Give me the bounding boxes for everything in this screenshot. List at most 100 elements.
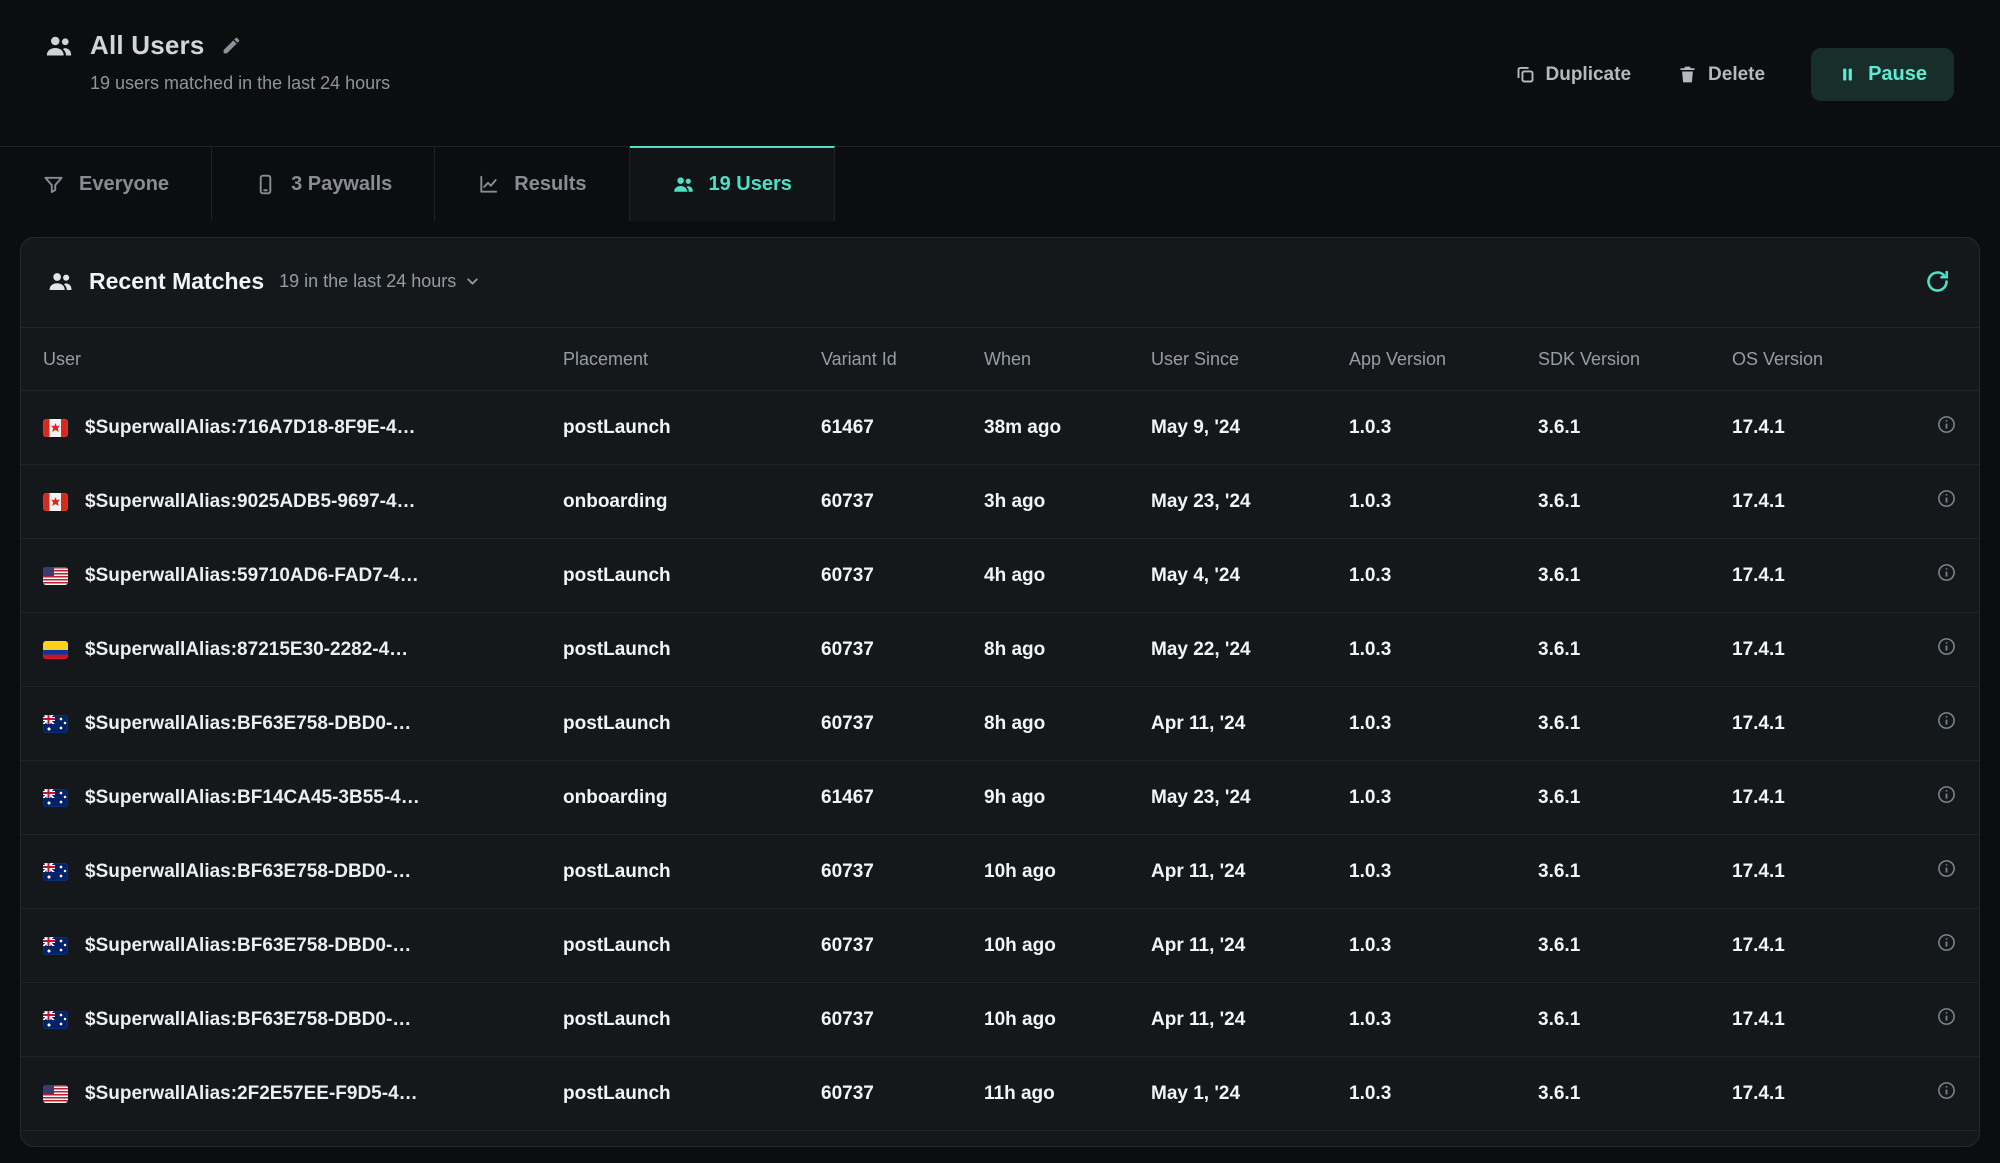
when-cell: 10h ago: [984, 861, 1151, 883]
info-icon: [1936, 784, 1957, 805]
duplicate-label: Duplicate: [1546, 64, 1632, 86]
placement-cell: postLaunch: [563, 1009, 821, 1031]
table-row[interactable]: $SuperwallAlias:59710AD6-FAD7-4… postLau…: [21, 539, 1979, 613]
table-row[interactable]: $SuperwallAlias:BF63E758-DBD0-… postLaun…: [21, 983, 1979, 1057]
user-alias: $SuperwallAlias:BF63E758-DBD0-…: [85, 1009, 411, 1031]
info-icon: [1936, 636, 1957, 657]
col-os-version: OS Version: [1732, 349, 1900, 370]
table-row[interactable]: $SuperwallAlias:87215E30-2282-4… postLau…: [21, 613, 1979, 687]
user-alias: $SuperwallAlias:BF63E758-DBD0-…: [85, 861, 411, 883]
country-flag-icon: [43, 493, 68, 511]
user-since-cell: Apr 11, '24: [1151, 713, 1349, 735]
tab-users[interactable]: 19 Users: [630, 146, 835, 221]
refresh-button[interactable]: [1924, 268, 1951, 295]
phone-icon: [254, 173, 277, 196]
table-row[interactable]: $SuperwallAlias:BF14CA45-3B55-4… onboard…: [21, 761, 1979, 835]
sdk-version-cell: 3.6.1: [1538, 787, 1732, 809]
user-since-cell: May 22, '24: [1151, 639, 1349, 661]
placement-cell: postLaunch: [563, 1083, 821, 1105]
when-cell: 3h ago: [984, 491, 1151, 513]
row-info-button[interactable]: [1936, 414, 1957, 435]
info-icon: [1936, 710, 1957, 731]
table-row[interactable]: $SuperwallAlias:716A7D18-8F9E-4… postLau…: [21, 391, 1979, 465]
time-range-dropdown[interactable]: 19 in the last 24 hours: [279, 271, 481, 292]
col-variant-id: Variant Id: [821, 349, 984, 370]
row-info-button[interactable]: [1936, 636, 1957, 657]
col-when: When: [984, 349, 1151, 370]
col-user-since: User Since: [1151, 349, 1349, 370]
user-since-cell: May 23, '24: [1151, 491, 1349, 513]
info-icon: [1936, 562, 1957, 583]
info-icon: [1936, 414, 1957, 435]
table-row[interactable]: $SuperwallAlias:BF63E758-DBD0-… postLaun…: [21, 687, 1979, 761]
row-info-button[interactable]: [1936, 932, 1957, 953]
os-version-cell: 17.4.1: [1732, 1083, 1900, 1105]
sdk-version-cell: 3.6.1: [1538, 639, 1732, 661]
country-flag-icon: [43, 1085, 68, 1103]
variant-id-cell: 60737: [821, 1009, 984, 1031]
country-flag-icon: [43, 567, 68, 585]
os-version-cell: 17.4.1: [1732, 861, 1900, 883]
user-since-cell: Apr 11, '24: [1151, 1009, 1349, 1031]
table-row[interactable]: $SuperwallAlias:BF63E758-DBD0-… postLaun…: [21, 835, 1979, 909]
app-version-cell: 1.0.3: [1349, 417, 1538, 439]
user-since-cell: Apr 11, '24: [1151, 861, 1349, 883]
edit-pencil-icon[interactable]: [221, 35, 242, 56]
user-since-cell: Apr 11, '24: [1151, 935, 1349, 957]
delete-button[interactable]: Delete: [1677, 64, 1765, 86]
user-alias: $SuperwallAlias:59710AD6-FAD7-4…: [85, 565, 419, 587]
table-body: $SuperwallAlias:716A7D18-8F9E-4… postLau…: [21, 391, 1979, 1131]
row-info-button[interactable]: [1936, 488, 1957, 509]
pause-label: Pause: [1868, 63, 1927, 86]
app-version-cell: 1.0.3: [1349, 935, 1538, 957]
info-icon: [1936, 1006, 1957, 1027]
tab-paywalls[interactable]: 3 Paywalls: [212, 146, 435, 221]
country-flag-icon: [43, 641, 68, 659]
tab-everyone-label: Everyone: [79, 173, 169, 196]
col-user: User: [43, 349, 563, 370]
variant-id-cell: 60737: [821, 639, 984, 661]
placement-cell: postLaunch: [563, 935, 821, 957]
variant-id-cell: 60737: [821, 1083, 984, 1105]
app-version-cell: 1.0.3: [1349, 787, 1538, 809]
sdk-version-cell: 3.6.1: [1538, 861, 1732, 883]
row-info-button[interactable]: [1936, 710, 1957, 731]
users-icon: [47, 268, 74, 295]
row-info-button[interactable]: [1936, 1006, 1957, 1027]
sdk-version-cell: 3.6.1: [1538, 935, 1732, 957]
os-version-cell: 17.4.1: [1732, 491, 1900, 513]
variant-id-cell: 60737: [821, 491, 984, 513]
row-info-button[interactable]: [1936, 784, 1957, 805]
variant-id-cell: 61467: [821, 417, 984, 439]
delete-label: Delete: [1708, 64, 1765, 86]
when-cell: 38m ago: [984, 417, 1151, 439]
table-row[interactable]: $SuperwallAlias:9025ADB5-9697-4… onboard…: [21, 465, 1979, 539]
variant-id-cell: 60737: [821, 935, 984, 957]
row-info-button[interactable]: [1936, 858, 1957, 879]
duplicate-button[interactable]: Duplicate: [1515, 64, 1632, 86]
app-version-cell: 1.0.3: [1349, 491, 1538, 513]
row-info-button[interactable]: [1936, 1080, 1957, 1101]
app-version-cell: 1.0.3: [1349, 861, 1538, 883]
os-version-cell: 17.4.1: [1732, 417, 1900, 439]
row-info-button[interactable]: [1936, 562, 1957, 583]
tab-everyone[interactable]: Everyone: [0, 146, 212, 221]
app-version-cell: 1.0.3: [1349, 1009, 1538, 1031]
os-version-cell: 17.4.1: [1732, 787, 1900, 809]
tab-results[interactable]: Results: [435, 146, 629, 221]
table-row[interactable]: $SuperwallAlias:BF63E758-DBD0-… postLaun…: [21, 909, 1979, 983]
user-alias: $SuperwallAlias:2F2E57EE-F9D5-4…: [85, 1083, 418, 1105]
panel-title: Recent Matches: [89, 268, 264, 295]
tab-paywalls-label: 3 Paywalls: [291, 173, 392, 196]
country-flag-icon: [43, 1011, 68, 1029]
placement-cell: postLaunch: [563, 639, 821, 661]
app-version-cell: 1.0.3: [1349, 1083, 1538, 1105]
info-icon: [1936, 488, 1957, 509]
results-chart-icon: [477, 173, 500, 196]
variant-id-cell: 60737: [821, 861, 984, 883]
table-row[interactable]: $SuperwallAlias:2F2E57EE-F9D5-4… postLau…: [21, 1057, 1979, 1131]
user-alias: $SuperwallAlias:BF63E758-DBD0-…: [85, 713, 411, 735]
sdk-version-cell: 3.6.1: [1538, 417, 1732, 439]
variant-id-cell: 60737: [821, 713, 984, 735]
pause-button[interactable]: Pause: [1811, 48, 1954, 101]
